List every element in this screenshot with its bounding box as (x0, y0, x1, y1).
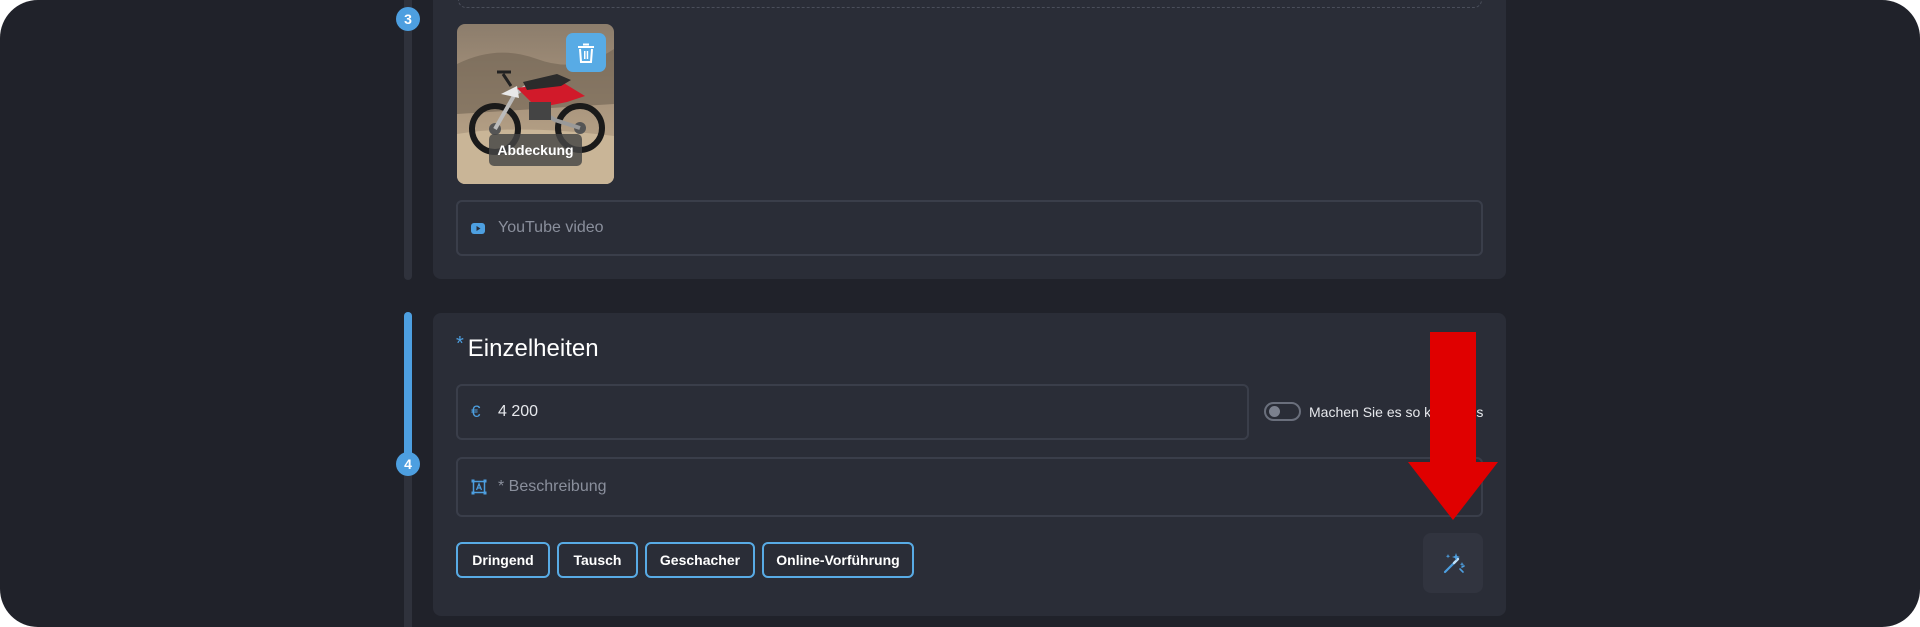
tag-geschacher[interactable]: Geschacher (645, 542, 755, 578)
description-placeholder: * Beschreibung (498, 478, 607, 495)
upload-dropzone[interactable] (458, 0, 1482, 8)
delete-photo-button[interactable] (566, 33, 606, 72)
tag-dringend[interactable]: Dringend (456, 542, 550, 578)
tag-online-vorfuehrung[interactable]: Online-Vorführung (762, 542, 914, 578)
app-frame: 3 4 Abdeckung YouTube video * Einzelheit… (0, 0, 1920, 627)
step-rail-progress (404, 312, 412, 464)
magic-wand-icon (1443, 553, 1465, 574)
youtube-icon (471, 202, 485, 254)
step-rail-3 (404, 0, 412, 280)
youtube-input[interactable]: YouTube video (456, 200, 1483, 256)
tag-list: Dringend Tausch Geschacher Online-Vorfüh… (456, 542, 914, 578)
toggle-knob (1269, 406, 1280, 417)
magic-generate-button[interactable] (1423, 533, 1483, 593)
youtube-placeholder: YouTube video (498, 219, 604, 236)
required-marker: * (456, 333, 464, 355)
translate-icon (471, 459, 487, 515)
free-toggle-label: Machen Sie es so kostenlos (1309, 403, 1484, 420)
step-badge-3: 3 (396, 7, 420, 31)
section-title-text: Einzelheiten (467, 335, 599, 362)
description-input[interactable]: * Beschreibung (456, 457, 1483, 517)
trash-icon (578, 43, 594, 63)
price-value: 4 200 (498, 403, 539, 420)
section-title: * Einzelheiten (456, 333, 599, 363)
free-toggle[interactable] (1264, 402, 1301, 421)
step-badge-4: 4 (396, 452, 420, 476)
cover-badge: Abdeckung (489, 134, 582, 166)
tag-tausch[interactable]: Tausch (557, 542, 638, 578)
euro-icon: € (471, 402, 481, 421)
price-input[interactable]: € 4 200 (456, 384, 1249, 440)
